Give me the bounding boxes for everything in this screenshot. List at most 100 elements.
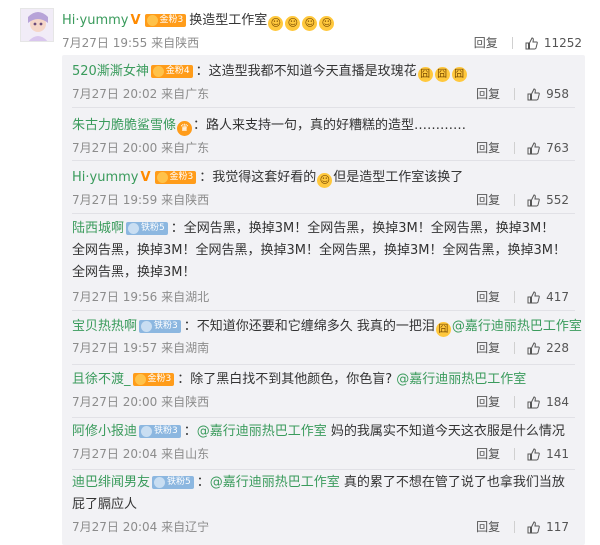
like-count: 117 bbox=[546, 520, 569, 534]
divider bbox=[511, 37, 513, 49]
mention-link[interactable]: @嘉行迪丽热巴工作室 bbox=[396, 372, 526, 387]
reply-item: 朱古力脆脆鲨雪條 ♛ ：路人来支持一句，真的好糟糕的造型………… 7月27日 20:… bbox=[62, 107, 585, 161]
reply-button[interactable]: 回复 bbox=[476, 289, 500, 305]
reply-item: Hi·yummy V 金粉3 ：我觉得这套好看的 ☺ 但是造型工作室该换了 7月27日 1… bbox=[62, 160, 585, 214]
reply-text-line: 且徐不渡_ 金粉3 ：除了黑白找不到其他颜色，你色盲? @嘉行迪丽热巴工作室 bbox=[72, 369, 567, 391]
reply-button[interactable]: 回复 bbox=[476, 340, 500, 356]
divider bbox=[514, 291, 516, 303]
like-count: 417 bbox=[546, 290, 569, 304]
reply-actions: 回复 552 bbox=[476, 192, 569, 208]
reply-button[interactable]: 回复 bbox=[476, 394, 500, 410]
comment-actions: 回复 11252 bbox=[474, 35, 582, 51]
thumbs-up-icon bbox=[527, 520, 540, 533]
username[interactable]: 朱古力脆脆鲨雪條 bbox=[72, 118, 176, 133]
username[interactable]: 宝贝热热啊 bbox=[72, 319, 137, 334]
divider bbox=[514, 142, 516, 154]
divider bbox=[514, 448, 516, 460]
fan-badge: 金粉3 bbox=[144, 14, 187, 27]
reply-button[interactable]: 回复 bbox=[476, 140, 500, 156]
reply-text-line: 阿修小报迪 铁粉3 ：@嘉行迪丽热巴工作室 妈的我属实不知道今天这衣服是什么情况 bbox=[72, 421, 567, 443]
reply-actions: 回复 958 bbox=[476, 86, 569, 102]
reply-timestamp: 7月27日 19:59 来自陕西 bbox=[72, 193, 210, 207]
reply-timestamp: 7月27日 20:02 来自广东 bbox=[72, 87, 210, 101]
reply-actions: 回复 184 bbox=[476, 394, 569, 410]
thumbs-up-icon bbox=[527, 341, 540, 354]
fan-badge: 金粉3 bbox=[154, 171, 197, 184]
like-button[interactable]: 552 bbox=[527, 192, 569, 208]
username[interactable]: Hi·yummy bbox=[72, 170, 138, 185]
fan-badge: 金粉4 bbox=[150, 65, 193, 78]
grin-emoji-icon: ☺ bbox=[268, 16, 284, 31]
reply-text-line: 迪巴绯闻男友 铁粉5 ：@嘉行迪丽热巴工作室 真的累了不想在管了说了也拿我们当放屁了… bbox=[72, 472, 567, 516]
divider bbox=[514, 194, 516, 206]
comment-timestamp: 7月27日 19:55 来自陕西 bbox=[62, 36, 200, 50]
avatar[interactable] bbox=[20, 8, 54, 42]
reply-text-line: 陆西城啊 铁粉5 ：全网告黑，换掉3M！全网告黑，换掉3M！全网告黑，换掉3M！全网… bbox=[72, 218, 567, 284]
mention-link[interactable]: @嘉行迪丽热巴工作室 bbox=[210, 475, 340, 490]
thumbs-up-icon bbox=[527, 447, 540, 460]
grin-emoji-icon: ☺ bbox=[317, 173, 333, 188]
like-count: 763 bbox=[546, 141, 569, 155]
reply-actions: 回复 228 bbox=[476, 340, 569, 356]
cry-emoji-icon: 囧 bbox=[451, 67, 467, 82]
reply-text: ：除了黑白找不到其他颜色，你色盲? bbox=[177, 372, 393, 387]
reply-button[interactable]: 回复 bbox=[476, 519, 500, 535]
reply-timestamp: 7月27日 20:00 来自广东 bbox=[72, 141, 210, 155]
like-button[interactable]: 11252 bbox=[525, 35, 582, 51]
thumbs-up-icon bbox=[527, 141, 540, 154]
reply-item: 阿修小报迪 铁粉3 ：@嘉行迪丽热巴工作室 妈的我属实不知道今天这衣服是什么情况 7… bbox=[62, 417, 585, 469]
reply-actions: 回复 417 bbox=[476, 289, 569, 305]
divider bbox=[514, 521, 516, 533]
reply-timestamp: 7月27日 20:04 来自辽宁 bbox=[72, 520, 210, 534]
reply-button[interactable]: 回复 bbox=[476, 446, 500, 462]
grin-emoji-icon: ☺ bbox=[285, 16, 301, 31]
fan-badge: 铁粉5 bbox=[152, 476, 194, 489]
reply-timestamp: 7月27日 19:57 来自湖南 bbox=[72, 341, 210, 355]
fan-badge: 铁粉5 bbox=[126, 222, 168, 235]
username[interactable]: 且徐不渡_ bbox=[72, 372, 131, 387]
thumbs-up-icon bbox=[525, 36, 538, 49]
verified-icon: V bbox=[140, 170, 151, 185]
reply-actions: 回复 141 bbox=[476, 446, 569, 462]
like-count: 11252 bbox=[543, 36, 582, 50]
like-button[interactable]: 763 bbox=[527, 140, 569, 156]
reply-item: 迪巴绯闻男友 铁粉5 ：@嘉行迪丽热巴工作室 真的累了不想在管了说了也拿我们当放屁了… bbox=[62, 469, 585, 545]
reply-text: ：不知道你还要和它缠绵多久 我真的一把泪 bbox=[183, 319, 435, 334]
username[interactable]: 520澌澌女神 bbox=[72, 64, 149, 79]
reply-button[interactable]: 回复 bbox=[476, 192, 500, 208]
comment-feed: Hi·yummy V 金粉3 换造型工作室 ☺ ☺ ☺ ☺ 7月27日 19:55 来自陕西 … bbox=[0, 0, 600, 545]
reply-text-line: 朱古力脆脆鲨雪條 ♛ ：路人来支持一句，真的好糟糕的造型………… bbox=[72, 115, 567, 137]
comment-text: 换造型工作室 bbox=[189, 13, 268, 28]
reply-button[interactable]: 回复 bbox=[476, 86, 500, 102]
reply-text-line: 宝贝热热啊 铁粉3 ：不知道你还要和它缠绵多久 我真的一把泪囧 @嘉行迪丽热巴工作室 bbox=[72, 316, 582, 338]
fan-badge: 铁粉3 bbox=[139, 320, 181, 333]
reply-text: ：我觉得这套好看的 bbox=[199, 170, 317, 185]
grin-emoji-icon: ☺ bbox=[302, 16, 318, 31]
username[interactable]: 迪巴绯闻男友 bbox=[72, 475, 150, 490]
like-button[interactable]: 417 bbox=[527, 289, 569, 305]
reply-text: ：路人来支持一句，真的好糟糕的造型………… bbox=[193, 118, 467, 133]
username[interactable]: 阿修小报迪 bbox=[72, 424, 137, 439]
thumbs-up-icon bbox=[527, 87, 540, 100]
mention-link[interactable]: @嘉行迪丽热巴工作室 bbox=[197, 424, 327, 439]
reply-text-continued: 但是造型工作室该换了 bbox=[333, 170, 464, 185]
mention-link[interactable]: @嘉行迪丽热巴工作室 bbox=[452, 319, 582, 334]
thumbs-up-icon bbox=[527, 395, 540, 408]
like-count: 958 bbox=[546, 87, 569, 101]
username[interactable]: Hi·yummy bbox=[62, 13, 128, 28]
reply-button[interactable]: 回复 bbox=[474, 35, 498, 51]
reply-actions: 回复 763 bbox=[476, 140, 569, 156]
like-button[interactable]: 184 bbox=[527, 394, 569, 410]
like-button[interactable]: 958 bbox=[527, 86, 569, 102]
like-button[interactable]: 141 bbox=[527, 446, 569, 462]
username[interactable]: 陆西城啊 bbox=[72, 221, 124, 236]
like-button[interactable]: 117 bbox=[527, 519, 569, 535]
crown-emoji-icon: ♛ bbox=[177, 121, 193, 136]
reply-timestamp: 7月27日 20:04 来自山东 bbox=[72, 447, 210, 461]
thumbs-up-icon bbox=[527, 193, 540, 206]
thumbs-up-icon bbox=[527, 290, 540, 303]
reply-text: ： bbox=[196, 475, 210, 490]
reply-item: 且徐不渡_ 金粉3 ：除了黑白找不到其他颜色，你色盲? @嘉行迪丽热巴工作室 7月2… bbox=[62, 364, 585, 418]
like-button[interactable]: 228 bbox=[527, 340, 569, 356]
reply-list: 520澌澌女神 金粉4 ：这造型我都不知道今天直播是玫瑰花囧囧囧 7月27日 20:… bbox=[62, 55, 585, 545]
